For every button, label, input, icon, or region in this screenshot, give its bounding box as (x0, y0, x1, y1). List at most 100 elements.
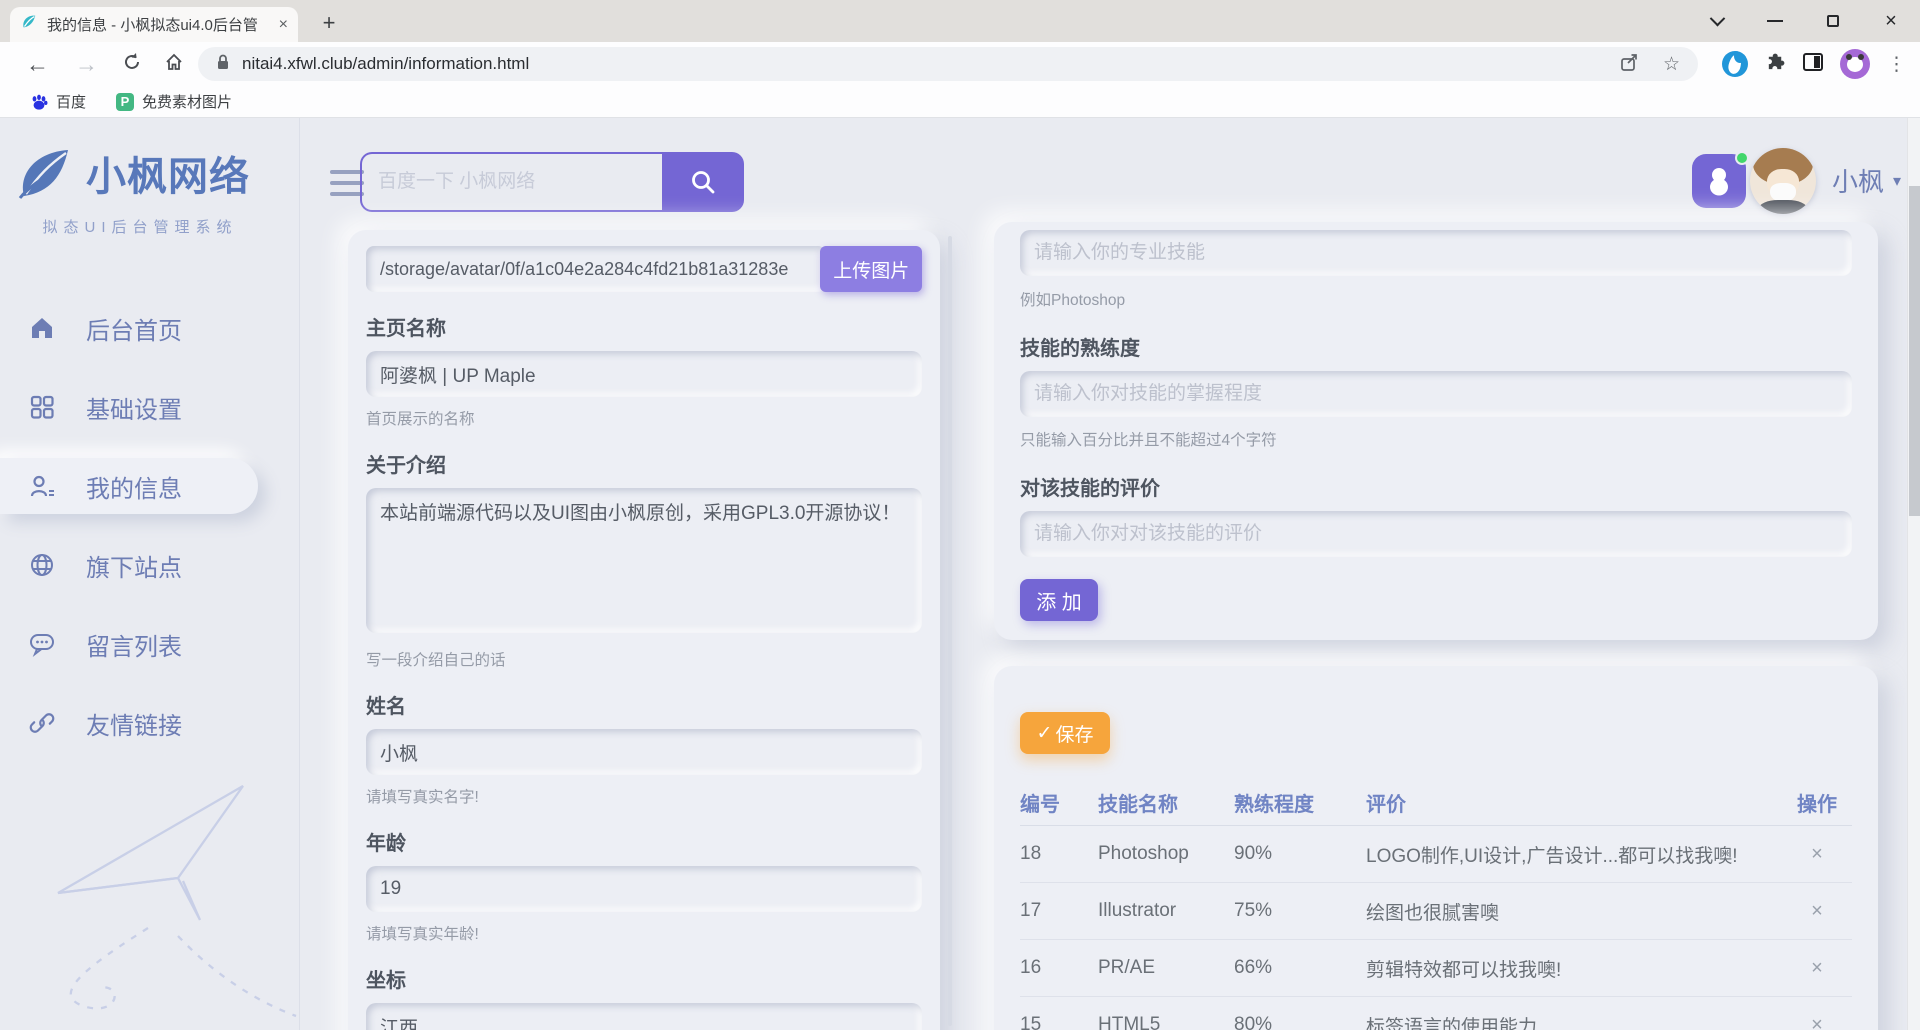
skill-evaluation: LOGO制作,UI设计,广告设计...都可以找我噢! (1366, 841, 1782, 868)
share-icon[interactable] (1619, 52, 1639, 77)
extensions-puzzle-icon[interactable] (1765, 51, 1786, 77)
user-icon (28, 472, 56, 500)
home-icon (28, 314, 56, 342)
skill-proficiency: 80% (1234, 1014, 1366, 1030)
comments-icon (28, 630, 56, 658)
forward-button[interactable]: → (75, 51, 98, 78)
skills-table-card: ✓ 保存 编号 技能名称 熟练程度 评价 操作 18 Photoshop 90%… (994, 666, 1878, 1030)
sidebar-item-label: 基础设置 (86, 390, 182, 425)
skill-evaluation: 标签语言的使用能力 (1366, 1012, 1782, 1030)
browser-tab-bar: 我的信息 - 小枫拟态ui4.0后台管 × + × (0, 0, 1920, 42)
delete-skill-icon[interactable]: × (1782, 843, 1852, 866)
qq-penguin-icon (1704, 165, 1734, 197)
upload-image-button[interactable]: 上传图片 (820, 246, 922, 292)
sidebar-item-messages[interactable]: 留言列表 (0, 616, 300, 672)
paper-plane-decoration (28, 768, 298, 1023)
about-textarea[interactable]: 本站前端源代码以及UI图由小枫原创，采用GPL3.0开源协议！ (366, 488, 922, 633)
logo-leaf-icon (14, 144, 78, 202)
new-tab-button[interactable]: + (316, 10, 342, 36)
profile-card-scrollbar[interactable] (948, 236, 952, 1026)
browser-menu-icon[interactable]: ⋮ (1887, 53, 1906, 76)
grid-icon (28, 393, 56, 421)
side-panel-icon[interactable] (1803, 53, 1823, 76)
table-row: 18 Photoshop 90% LOGO制作,UI设计,广告设计...都可以找… (1020, 826, 1852, 883)
chevron-down-icon: ▾ (1893, 171, 1901, 191)
extension-blue-icon[interactable] (1722, 51, 1748, 77)
bookmark-star-icon[interactable]: ☆ (1663, 53, 1680, 76)
window-restore-button[interactable] (1804, 0, 1862, 42)
browser-tab[interactable]: 我的信息 - 小枫拟态ui4.0后台管 × (10, 7, 298, 42)
name-input[interactable] (366, 729, 922, 775)
bookmark-label: 百度 (56, 91, 86, 112)
about-label: 关于介绍 (366, 449, 922, 478)
add-skill-button[interactable]: 添 加 (1020, 579, 1098, 621)
skill-name: PR/AE (1098, 957, 1234, 979)
delete-skill-icon[interactable]: × (1782, 900, 1852, 923)
sidebar-item-label: 友情链接 (86, 706, 182, 741)
sidebar-item-label: 我的信息 (86, 469, 182, 504)
avatar-path-input[interactable] (366, 246, 826, 292)
username-text: 小枫 (1832, 162, 1884, 199)
logo[interactable]: 小枫网络 (14, 144, 250, 202)
table-row: 15 HTML5 80% 标签语言的使用能力 × (1020, 997, 1852, 1030)
profile-card: 上传图片 主页名称 首页展示的名称 关于介绍 本站前端源代码以及UI图由小枫原创… (348, 230, 940, 1030)
evaluation-input[interactable] (1020, 511, 1852, 557)
location-input[interactable] (366, 1003, 922, 1030)
age-input[interactable] (366, 866, 922, 912)
reload-button[interactable] (122, 51, 142, 78)
bookmark-baidu[interactable]: 百度 (30, 91, 86, 112)
table-row: 17 Illustrator 75% 绘图也很腻害噢 × (1020, 883, 1852, 940)
evaluation-label: 对该技能的评价 (1020, 472, 1852, 501)
check-icon: ✓ (1037, 722, 1053, 745)
home-button[interactable] (164, 51, 184, 78)
sidebar: 小枫网络 拟态UI后台管理系统 后台首页 基础设置 我的信息 旗下站点 留 (0, 118, 300, 1030)
skill-name: Illustrator (1098, 900, 1234, 922)
address-bar[interactable]: nitai4.xfwl.club/admin/information.html … (198, 47, 1698, 81)
save-button[interactable]: ✓ 保存 (1020, 712, 1110, 754)
admin-page: 小枫网络 拟态UI后台管理系统 后台首页 基础设置 我的信息 旗下站点 留 (0, 118, 1920, 1030)
sidebar-item-my-info[interactable]: 我的信息 (0, 458, 258, 514)
menu-toggle-icon[interactable] (330, 170, 364, 196)
skill-name-input[interactable] (1020, 230, 1852, 276)
name-label: 姓名 (366, 690, 922, 719)
sidebar-item-dashboard[interactable]: 后台首页 (0, 300, 300, 356)
username-dropdown[interactable]: 小枫 ▾ (1832, 162, 1901, 199)
search-icon (689, 168, 717, 196)
p-badge-icon: P (116, 93, 134, 111)
page-scrollbar-thumb[interactable] (1909, 186, 1920, 516)
url-text: nitai4.xfwl.club/admin/information.html (242, 54, 529, 74)
logo-text: 小枫网络 (86, 144, 250, 202)
window-minimize-button[interactable] (1746, 0, 1804, 42)
sidebar-item-links[interactable]: 友情链接 (0, 695, 300, 751)
user-avatar[interactable] (1750, 148, 1816, 214)
homepage-name-input[interactable] (366, 351, 922, 397)
notification-qq-button[interactable] (1692, 154, 1746, 208)
homepage-name-helper: 首页展示的名称 (366, 407, 922, 429)
delete-skill-icon[interactable]: × (1782, 1014, 1852, 1030)
search-button[interactable] (662, 152, 744, 212)
browser-profile-avatar[interactable] (1840, 49, 1870, 79)
proficiency-input[interactable] (1020, 371, 1852, 417)
skill-id: 16 (1020, 957, 1098, 979)
sidebar-item-sites[interactable]: 旗下站点 (0, 537, 300, 593)
skill-name: Photoshop (1098, 843, 1234, 865)
globe-icon (28, 551, 56, 579)
homepage-name-label: 主页名称 (366, 312, 922, 341)
sidebar-item-basic-settings[interactable]: 基础设置 (0, 379, 300, 435)
skill-proficiency: 75% (1234, 900, 1366, 922)
back-button[interactable]: ← (26, 51, 49, 78)
tab-close-icon[interactable]: × (279, 16, 288, 34)
delete-skill-icon[interactable]: × (1782, 957, 1852, 980)
age-label: 年龄 (366, 827, 922, 856)
bookmark-label: 免费素材图片 (142, 91, 232, 112)
window-controls: × (1688, 0, 1920, 42)
add-skill-card: 例如Photoshop 技能的熟练度 只能输入百分比并且不能超过4个字符 对该技… (994, 222, 1878, 640)
bookmark-free-images[interactable]: P 免费素材图片 (116, 91, 232, 112)
search-input[interactable] (360, 152, 662, 212)
window-close-button[interactable]: × (1862, 0, 1920, 42)
window-menu-chevron-icon[interactable] (1688, 0, 1746, 42)
page-scrollbar (1907, 118, 1920, 1030)
skill-id: 18 (1020, 843, 1098, 865)
skill-id: 15 (1020, 1014, 1098, 1030)
proficiency-helper: 只能输入百分比并且不能超过4个字符 (1020, 428, 1852, 450)
